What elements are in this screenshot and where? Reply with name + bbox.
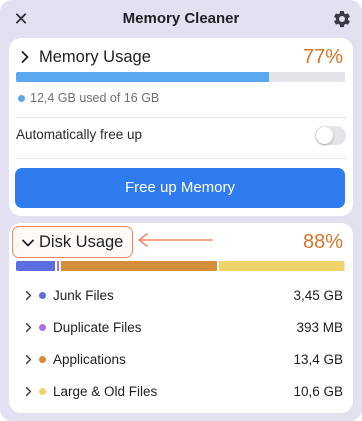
auto-free-label: Automatically free up — [16, 127, 143, 142]
row-label: Applications — [53, 352, 126, 367]
memory-usage-card: Memory Usage 77% 12,4 GB used of 16 GB A… — [9, 38, 353, 216]
applications-dot-icon — [39, 356, 46, 363]
divider — [16, 158, 346, 159]
disk-segment-applications — [61, 261, 219, 271]
row-label: Duplicate Files — [53, 320, 142, 335]
row-size: 13,4 GB — [293, 352, 343, 367]
disk-usage-title[interactable]: Disk Usage — [39, 233, 123, 252]
disk-percent: 88% — [302, 231, 343, 253]
free-up-memory-button[interactable]: Free up Memory — [15, 168, 345, 208]
chevron-right-icon — [25, 322, 32, 333]
disk-segment-large-old-files — [218, 261, 344, 271]
memory-percent: 77% — [302, 46, 343, 68]
disk-row-applications[interactable]: Applications 13,4 GB — [9, 349, 353, 371]
memory-cleaner-window: ✕ Memory Cleaner Memory Usage 77% 12,4 G… — [0, 0, 362, 421]
disk-segment-junk-files — [16, 261, 57, 271]
chevron-down-icon[interactable] — [21, 236, 35, 250]
auto-free-toggle[interactable] — [315, 126, 346, 145]
memory-usage-bar — [16, 72, 345, 82]
window-title: Memory Cleaner — [122, 10, 240, 27]
duplicate-files-dot-icon — [39, 324, 46, 331]
title-bar: ✕ Memory Cleaner — [0, 0, 362, 38]
disk-row-large-old-files[interactable]: Large & Old Files 10,6 GB — [9, 381, 353, 403]
memory-usage-title[interactable]: Memory Usage — [39, 48, 151, 67]
row-size: 10,6 GB — [293, 384, 343, 399]
row-label: Junk Files — [53, 288, 114, 303]
chevron-right-icon[interactable] — [18, 50, 32, 64]
row-size: 393 MB — [296, 320, 343, 335]
memory-used-note: 12,4 GB used of 16 GB — [30, 91, 160, 105]
disk-usage-card: Disk Usage 88% Junk Files 3,45 GB Duplic… — [9, 223, 353, 413]
disk-row-duplicate-files[interactable]: Duplicate Files 393 MB — [9, 317, 353, 339]
disk-usage-bar — [16, 261, 345, 271]
row-label: Large & Old Files — [53, 384, 158, 399]
chevron-right-icon — [25, 354, 32, 365]
row-size: 3,45 GB — [293, 288, 343, 303]
toggle-knob — [316, 127, 333, 144]
disk-row-junk-files[interactable]: Junk Files 3,45 GB — [9, 285, 353, 307]
memory-usage-bar-fill — [16, 72, 270, 82]
chevron-right-icon — [25, 386, 32, 397]
chevron-right-icon — [25, 290, 32, 301]
memory-dot-icon — [18, 95, 25, 102]
junk-files-dot-icon — [39, 292, 46, 299]
gear-icon[interactable] — [332, 9, 352, 29]
large-old-files-dot-icon — [39, 388, 46, 395]
arrow-left-icon — [138, 233, 213, 247]
divider — [16, 117, 346, 118]
